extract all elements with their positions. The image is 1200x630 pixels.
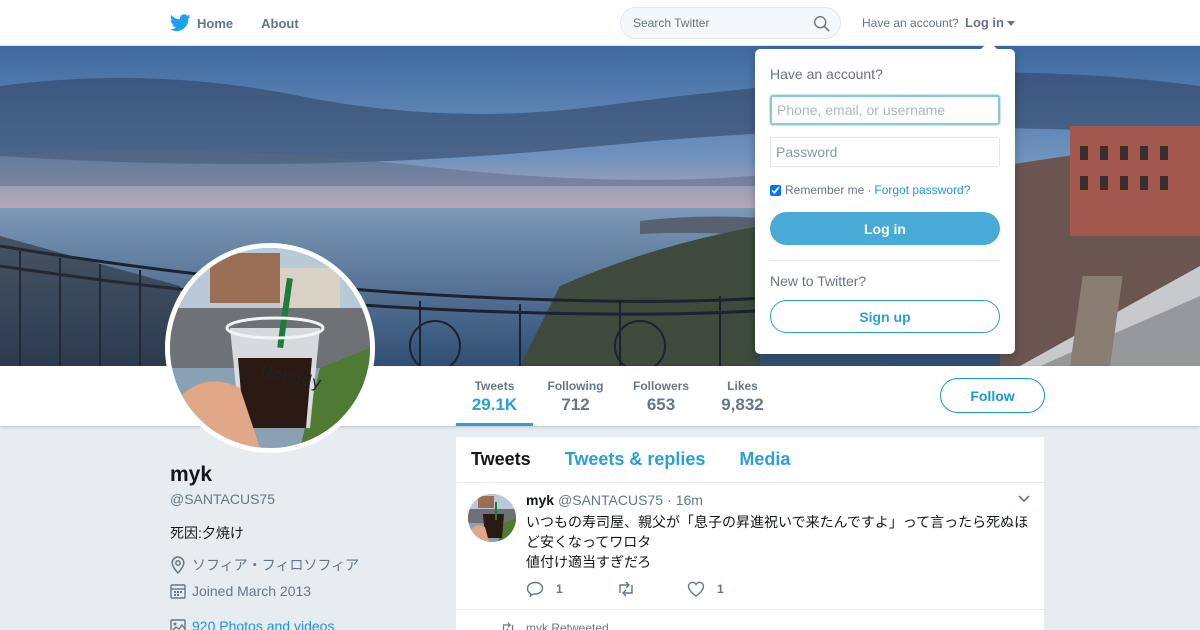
stat-followers[interactable]: Followers 653: [628, 366, 694, 426]
retweeted-label[interactable]: myk Retweeted: [526, 621, 609, 630]
tweet-text-line: 値付け適当すぎだろ: [526, 554, 652, 570]
remember-me-checkbox[interactable]: [770, 184, 781, 196]
reply-count: 1: [556, 582, 563, 596]
separator: ·: [867, 183, 872, 197]
profile-joined: Joined March 2013: [170, 583, 311, 599]
tweet-separator: ·: [667, 492, 672, 508]
stat-value: 9,832: [721, 395, 764, 414]
photo-icon: [170, 619, 186, 630]
tab-tweets[interactable]: Tweets: [471, 449, 531, 470]
tweet-author-handle[interactable]: @SANTACUS75: [558, 492, 663, 508]
search-icon[interactable]: [813, 15, 830, 32]
tweet[interactable]: myk @SANTACUS75 · 16m いつもの寿司屋、親父が「息子の昇進祝…: [456, 483, 1044, 610]
forgot-password-link[interactable]: Forgot password?: [874, 183, 970, 197]
login-dropdown: Have an account? Remember me · Forgot pa…: [755, 41, 1015, 354]
search-input[interactable]: [633, 16, 803, 30]
timeline: Tweets Tweets & replies Media myk @SANTA…: [456, 437, 1044, 630]
password-input[interactable]: [770, 137, 1000, 167]
like-button[interactable]: 1: [687, 581, 724, 597]
retweet-icon: [502, 622, 514, 630]
login-dropdown-toggle[interactable]: Log in: [965, 15, 1015, 30]
profile-location-text: ソフィア・フィロソフィア: [192, 557, 360, 573]
like-count: 1: [717, 582, 724, 596]
divider: [770, 260, 1000, 261]
profile-location: ソフィア・フィロソフィア: [170, 555, 359, 575]
retweet-button[interactable]: [616, 581, 687, 597]
retweeted-indicator: myk Retweeted: [500, 621, 609, 630]
stat-label: Tweets: [474, 379, 515, 393]
profile-joined-text: Joined March 2013: [192, 583, 312, 599]
login-link-label: Log in: [965, 15, 1004, 30]
stat-value: 29.1K: [471, 395, 518, 414]
tab-media[interactable]: Media: [739, 449, 790, 470]
tweet-text: いつもの寿司屋、親父が「息子の昇進祝いで来たんですよ」って言ったら死ぬほど安くな…: [526, 512, 1036, 572]
top-navigation-bar: Home About Have an account? Log in: [0, 0, 1200, 46]
nav-home-label: Home: [197, 15, 234, 31]
tweet-author-name[interactable]: myk: [526, 492, 554, 508]
login-button[interactable]: Log in: [770, 212, 1000, 245]
follow-button[interactable]: Follow: [940, 378, 1045, 413]
tweet-text-line: いつもの寿司屋、親父が「息子の昇進祝いで来たんですよ」って言ったら死ぬほど安くな…: [526, 514, 1029, 550]
tweet-timestamp[interactable]: 16m: [676, 492, 703, 508]
stat-value: 712: [561, 395, 590, 414]
chevron-down-icon[interactable]: [1018, 495, 1030, 503]
nav-about[interactable]: About: [261, 16, 299, 31]
location-pin-icon: [171, 556, 185, 574]
stat-following[interactable]: Following 712: [543, 366, 608, 426]
tweet-actions: 1 1: [526, 581, 724, 597]
profile-handle: @SANTACUS75: [170, 491, 275, 507]
dropdown-title: Have an account?: [770, 66, 883, 82]
avatar-photo: Nobody: [170, 248, 370, 448]
stat-tweets[interactable]: Tweets 29.1K: [456, 366, 533, 426]
timeline-tabs: Tweets Tweets & replies Media: [456, 437, 1044, 483]
heart-icon: [687, 581, 705, 597]
profile-bio: 死因:夕焼け: [170, 525, 244, 541]
new-to-twitter-text: New to Twitter?: [770, 273, 867, 289]
stat-label: Following: [547, 379, 604, 393]
signup-button[interactable]: Sign up: [770, 300, 1000, 333]
profile-photos-text: 920 Photos and videos: [192, 618, 335, 630]
nav-left: Home About: [170, 0, 327, 46]
profile-name: myk: [170, 463, 213, 486]
twitter-bird-icon: [170, 14, 191, 32]
tweet-avatar[interactable]: [468, 494, 516, 542]
have-account-text: Have an account?: [862, 16, 959, 30]
stat-label: Followers: [632, 379, 689, 393]
search-box[interactable]: [620, 7, 841, 39]
calendar-icon: [170, 584, 186, 599]
stat-label: Likes: [727, 379, 758, 393]
nav-home[interactable]: Home: [170, 14, 233, 32]
profile-avatar[interactable]: Nobody: [165, 243, 375, 453]
retweet-icon: [619, 581, 633, 597]
caret-down-icon: [1007, 20, 1015, 26]
stat-value: 653: [646, 395, 676, 414]
reply-button[interactable]: 1: [526, 581, 616, 597]
nav-about-label: About: [261, 15, 299, 31]
reply-icon: [526, 581, 544, 597]
tab-tweets-and-replies[interactable]: Tweets & replies: [565, 449, 706, 470]
username-input[interactable]: [770, 95, 1000, 125]
tweet-header: myk @SANTACUS75 · 16m: [526, 492, 707, 508]
tweet-avatar-photo: [468, 494, 516, 542]
remember-me-label[interactable]: Remember me: [785, 183, 864, 197]
dropdown-arrow: [981, 41, 997, 49]
profile-photos-link[interactable]: 920 Photos and videos: [170, 618, 334, 630]
remember-row: Remember me · Forgot password?: [770, 183, 970, 197]
stat-likes[interactable]: Likes 9,832: [714, 366, 771, 426]
